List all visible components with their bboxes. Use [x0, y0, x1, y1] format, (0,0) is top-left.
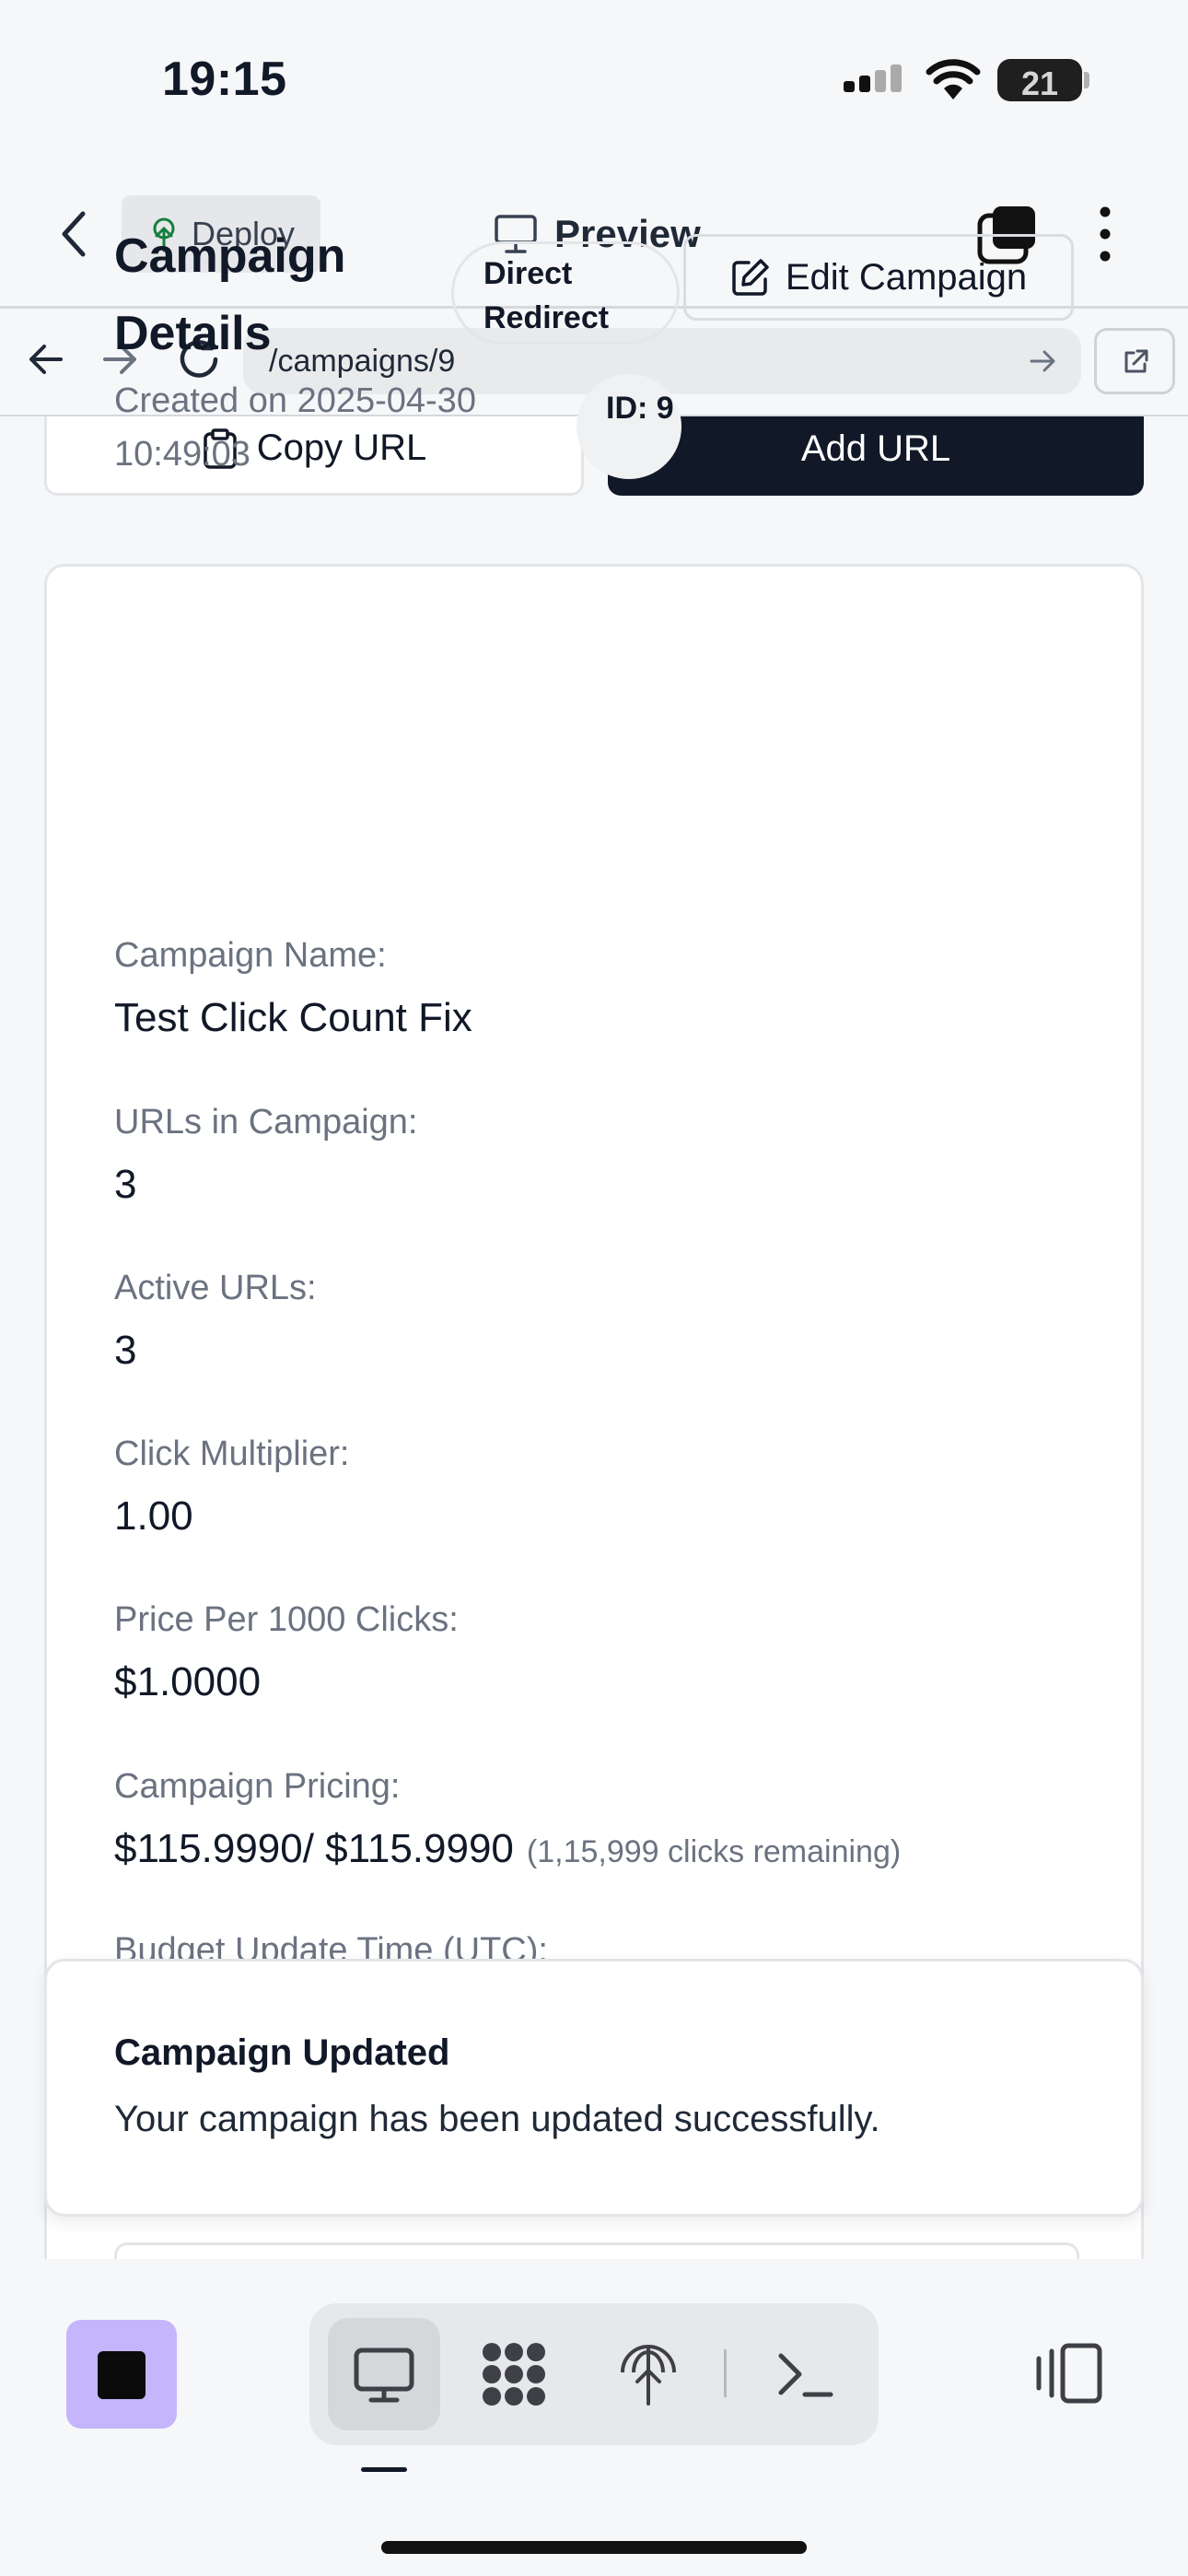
antenna-icon[interactable]: [615, 2341, 681, 2407]
clicks-remaining: (1,15,999 clicks remaining): [526, 1834, 902, 1869]
battery-tip: [1084, 72, 1089, 88]
id-badge: ID: 9: [577, 374, 681, 479]
add-url-label: Add URL: [800, 428, 951, 469]
created-timestamp: Created on 2025-04-30 10:49:03: [114, 381, 476, 474]
active-urls-label: Active URLs:: [114, 1269, 317, 1307]
battery-level: 21: [1020, 64, 1059, 102]
campaign-pricing-value: $115.9990/ $115.9990 (1,15,999 clicks re…: [114, 1826, 901, 1872]
open-external-button[interactable]: [1094, 328, 1175, 394]
back-chevron-icon[interactable]: [55, 206, 92, 262]
click-multiplier-value: 1.00: [114, 1493, 193, 1539]
campaign-name-label: Campaign Name:: [114, 936, 387, 975]
toast-title: Campaign Updated: [114, 2032, 450, 2073]
toast-notification[interactable]: [44, 1959, 1144, 2217]
external-link-icon: [1124, 349, 1148, 373]
price-per-1000-value: $1.0000: [114, 1659, 262, 1704]
card-title: Campaign Details: [114, 229, 346, 360]
terminal-icon[interactable]: [772, 2341, 838, 2407]
more-options-icon[interactable]: [1087, 205, 1124, 263]
edit-icon: [732, 259, 769, 296]
battery-indicator: 21: [997, 59, 1082, 102]
browser-back-icon[interactable]: [26, 339, 66, 380]
active-tab-indicator: [361, 2467, 407, 2472]
home-indicator: [381, 2541, 807, 2554]
campaign-name-value: Test Click Count Fix: [114, 995, 472, 1040]
status-time: 19:15: [162, 53, 287, 106]
toast-description: Your campaign has been updated successfu…: [114, 2099, 880, 2139]
price-per-1000-label: Price Per 1000 Clicks:: [114, 1600, 459, 1639]
click-multiplier-label: Click Multiplier:: [114, 1434, 350, 1473]
go-arrow-icon[interactable]: [1028, 346, 1057, 376]
pricing-amount: $115.9990/ $115.9990: [114, 1826, 514, 1871]
add-url-button[interactable]: Add URL: [608, 416, 1144, 496]
stop-icon: [98, 2351, 146, 2399]
desktop-icon[interactable]: [351, 2341, 417, 2407]
wifi-icon: [926, 59, 981, 100]
panel-toggle-icon[interactable]: [1031, 2340, 1105, 2406]
stop-button[interactable]: [66, 2320, 177, 2429]
campaign-type-badge: Direct Redirect: [451, 241, 680, 345]
urls-count-label: URLs in Campaign:: [114, 1103, 418, 1142]
edit-campaign-label: Edit Campaign: [785, 256, 1028, 298]
edit-campaign-button[interactable]: Edit Campaign: [683, 234, 1074, 321]
campaign-pricing-label: Campaign Pricing:: [114, 1767, 401, 1806]
active-urls-value: 3: [114, 1328, 137, 1373]
grid-icon[interactable]: [481, 2341, 547, 2407]
urls-count-value: 3: [114, 1162, 137, 1207]
tool-separator: [724, 2349, 727, 2397]
cellular-signal-icon: [844, 64, 902, 92]
